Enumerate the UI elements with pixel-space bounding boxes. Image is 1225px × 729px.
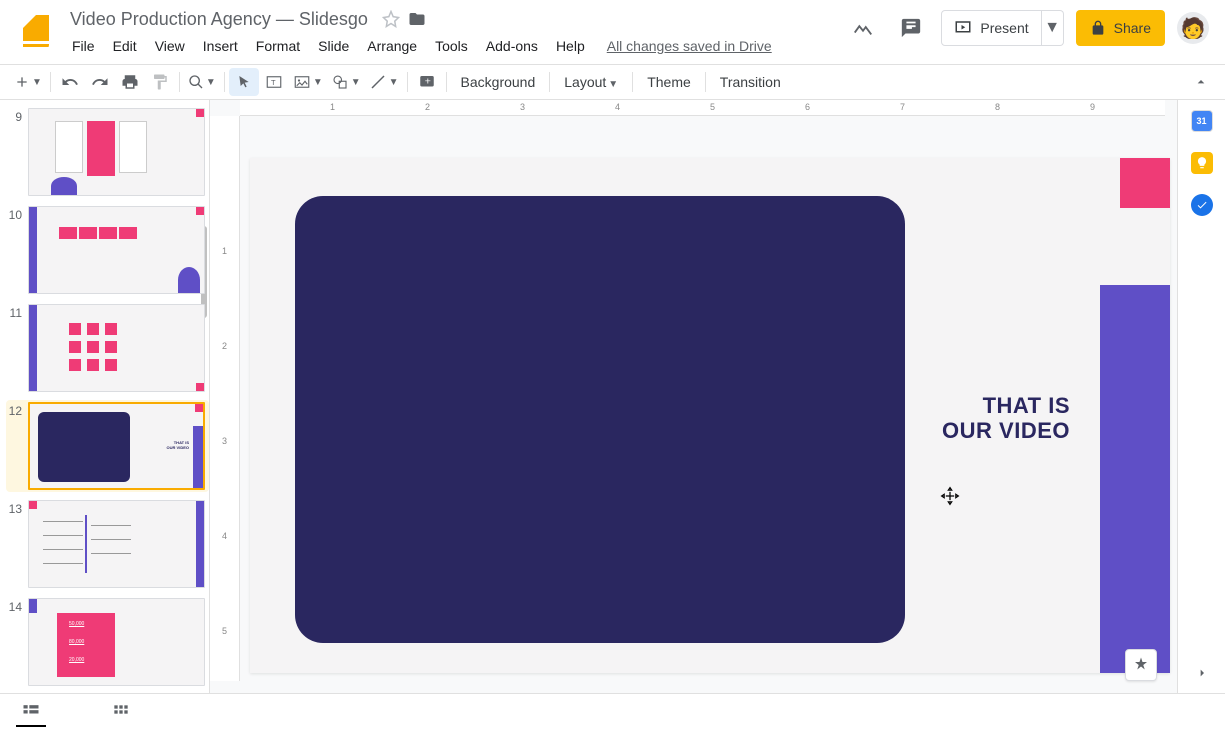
paint-format-button[interactable]	[145, 68, 175, 96]
present-button[interactable]: Present	[941, 10, 1041, 46]
menu-insert[interactable]: Insert	[195, 34, 246, 58]
background-button[interactable]: Background	[451, 74, 546, 90]
menu-edit[interactable]: Edit	[105, 34, 145, 58]
slide-video-placeholder[interactable]	[295, 196, 905, 643]
menu-help[interactable]: Help	[548, 34, 593, 58]
share-label: Share	[1114, 20, 1151, 36]
toolbar: ▼ ▼ T ▼ ▼ ▼ + Background Layout▼ Theme T…	[0, 64, 1225, 100]
slide-thumb-11[interactable]: 11	[6, 302, 209, 394]
select-tool[interactable]	[229, 68, 259, 96]
menu-file[interactable]: File	[64, 34, 103, 58]
explore-button[interactable]	[1125, 649, 1157, 681]
menu-view[interactable]: View	[147, 34, 193, 58]
comment-tool[interactable]: +	[412, 68, 442, 96]
header: Video Production Agency — Slidesgo File …	[0, 0, 1225, 64]
side-panel: 31	[1177, 100, 1225, 693]
doc-title[interactable]: Video Production Agency — Slidesgo	[64, 7, 374, 32]
theme-button[interactable]: Theme	[637, 74, 701, 90]
header-right: Present ▼ Share 🧑	[845, 10, 1215, 46]
menu-format[interactable]: Format	[248, 34, 308, 58]
account-avatar[interactable]: 🧑	[1177, 12, 1209, 44]
grid-view-icon[interactable]	[106, 697, 136, 727]
activity-icon[interactable]	[845, 10, 881, 46]
present-label: Present	[980, 20, 1028, 36]
new-slide-button[interactable]: ▼	[10, 68, 46, 96]
slide-thumb-12[interactable]: 12 THAT ISOUR VIDEO	[6, 400, 209, 492]
print-button[interactable]	[115, 68, 145, 96]
slide-thumb-14[interactable]: 14 50,000 80,000 20,000	[6, 596, 209, 688]
redo-button[interactable]	[85, 68, 115, 96]
zoom-button[interactable]: ▼	[184, 68, 220, 96]
comments-icon[interactable]	[893, 10, 929, 46]
menu-bar: File Edit View Insert Format Slide Arran…	[64, 32, 845, 60]
image-tool[interactable]: ▼	[289, 68, 327, 96]
textbox-tool[interactable]: T	[259, 68, 289, 96]
shape-tool[interactable]: ▼	[327, 68, 365, 96]
menu-arrange[interactable]: Arrange	[359, 34, 425, 58]
slide-title-text[interactable]: THAT IS OUR VIDEO	[942, 393, 1070, 444]
bottom-bar	[0, 693, 1225, 729]
collapse-toolbar-icon[interactable]	[1187, 74, 1215, 90]
workspace: 9 10	[0, 100, 1225, 693]
filmstrip-panel[interactable]: 9 10	[0, 100, 210, 693]
ruler-vertical: 1 2 3 4 5	[210, 116, 240, 681]
slide-thumb-13[interactable]: 13	[6, 498, 209, 590]
layout-button[interactable]: Layout▼	[554, 74, 628, 90]
tasks-addon-icon[interactable]	[1191, 194, 1213, 216]
slide-thumb-9[interactable]: 9	[6, 106, 209, 198]
move-folder-icon[interactable]	[408, 10, 426, 28]
slide-purple-accent[interactable]	[1100, 285, 1170, 673]
side-panel-expand-icon[interactable]	[1194, 665, 1210, 681]
ruler-horizontal: 1 2 3 4 5 6 7 8 9	[240, 100, 1165, 116]
slide-thumb-10[interactable]: 10	[6, 204, 209, 296]
undo-button[interactable]	[55, 68, 85, 96]
svg-text:+: +	[424, 75, 430, 87]
slide-pink-accent[interactable]	[1120, 158, 1170, 208]
transition-button[interactable]: Transition	[710, 74, 791, 90]
share-button[interactable]: Share	[1076, 10, 1165, 46]
menu-addons[interactable]: Add-ons	[478, 34, 546, 58]
move-cursor-icon	[940, 486, 960, 506]
canvas-area[interactable]: 1 2 3 4 5 6 7 8 9 1 2 3 4 5 THAT IS OUR	[210, 100, 1177, 693]
menu-slide[interactable]: Slide	[310, 34, 357, 58]
line-tool[interactable]: ▼	[365, 68, 403, 96]
star-icon[interactable]	[382, 10, 400, 28]
filmstrip-view-icon[interactable]	[16, 697, 46, 727]
slides-logo[interactable]	[16, 12, 56, 52]
calendar-addon-icon[interactable]: 31	[1191, 110, 1213, 132]
svg-text:T: T	[271, 78, 276, 87]
header-main: Video Production Agency — Slidesgo File …	[64, 6, 845, 60]
menu-tools[interactable]: Tools	[427, 34, 476, 58]
keep-addon-icon[interactable]	[1191, 152, 1213, 174]
save-status[interactable]: All changes saved in Drive	[607, 38, 772, 54]
slide-canvas[interactable]: THAT IS OUR VIDEO	[250, 158, 1170, 673]
present-dropdown[interactable]: ▼	[1042, 10, 1064, 46]
